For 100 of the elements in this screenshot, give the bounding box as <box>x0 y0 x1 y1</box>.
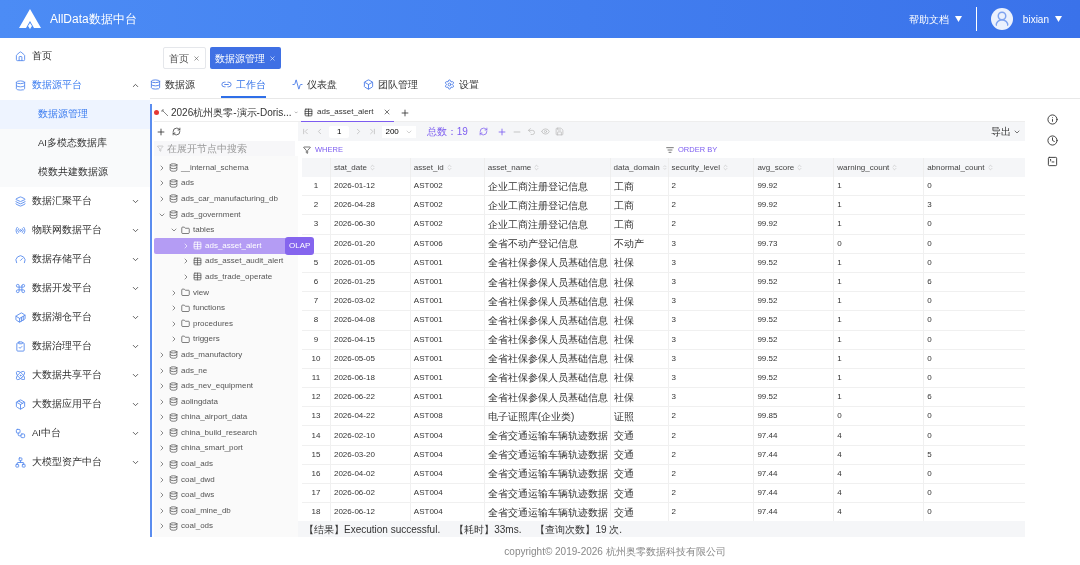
tree-node[interactable]: ads_government <box>154 206 298 223</box>
nav-tab[interactable]: 数据源 <box>150 72 195 98</box>
tree-node[interactable]: coal_ads <box>154 456 298 472</box>
sidebar-item[interactable]: 物联网数据平台 <box>0 216 150 245</box>
database-icon <box>169 163 178 173</box>
column-header[interactable]: asset_name <box>483 158 610 177</box>
table-cell: 4 <box>837 487 842 500</box>
table-cell-text: 全省交通运输车辆轨迹数据 <box>487 467 608 482</box>
close-icon[interactable] <box>193 54 200 62</box>
sidebar-item[interactable]: 大数据应用平台 <box>0 390 150 419</box>
connection-select[interactable]: 2026杭州奥零-演示-Doris... <box>154 104 298 122</box>
tree-search-field[interactable]: 在展开节点中搜索 <box>154 141 295 156</box>
tree-node[interactable]: coal_dwd <box>154 471 298 488</box>
table-cell: 4 <box>837 467 842 480</box>
avatar-icon[interactable] <box>990 8 1013 30</box>
sidebar-item[interactable]: 数据存储平台 <box>0 245 150 274</box>
info-icon[interactable] <box>1047 114 1058 125</box>
history-icon[interactable] <box>1047 135 1058 146</box>
nav-tab[interactable]: 工作台 <box>221 72 266 98</box>
tree-node[interactable]: procedures <box>154 315 298 332</box>
tree-node[interactable]: coal_dws <box>154 487 298 504</box>
row-number: 6 <box>313 276 319 289</box>
tree-node[interactable]: ads_car_manufacturing_db <box>154 191 298 207</box>
table-cell-text: 全省社保参保人员基础信息 <box>487 294 608 309</box>
column-header[interactable]: security_level <box>667 158 754 177</box>
sort-icon[interactable] <box>796 164 804 171</box>
table-cell: 1 <box>837 352 842 365</box>
tree-node[interactable]: ads_trade_operate <box>154 269 298 285</box>
database-icon <box>169 506 178 516</box>
last-page-icon[interactable] <box>368 127 378 136</box>
nav-tab[interactable]: 仪表盘 <box>292 72 337 98</box>
sort-icon[interactable] <box>445 164 453 171</box>
sidebar-item[interactable]: 数据源平台 <box>0 71 150 100</box>
sidebar-subitem[interactable]: AI多模态数据库 <box>0 129 150 158</box>
undo-icon[interactable] <box>526 127 536 136</box>
user-menu[interactable]: bixian <box>1022 11 1062 27</box>
tree-node[interactable]: china_build_research <box>154 425 298 441</box>
sidebar-subitem[interactable]: 模数共建数据源 <box>0 158 150 187</box>
help-docs-menu[interactable]: 帮助文档 <box>908 11 962 27</box>
sidebar-item[interactable]: 大数据共享平台 <box>0 361 150 390</box>
sidebar-item[interactable]: 数据汇聚平台 <box>0 187 150 216</box>
tree-node[interactable]: aolingdata <box>154 393 298 410</box>
sort-icon[interactable] <box>533 164 541 171</box>
row-number: 12 <box>311 391 321 404</box>
sidebar-item[interactable]: 数据治理平台 <box>0 332 150 361</box>
sort-icon[interactable] <box>891 164 899 171</box>
database-icon <box>169 366 178 375</box>
sort-icon[interactable] <box>368 164 376 171</box>
previous-page-icon[interactable] <box>315 127 324 136</box>
nav-tab[interactable]: 设置 <box>444 72 479 98</box>
table-cell: 4 <box>837 506 842 519</box>
page-tag[interactable]: 首页 <box>163 47 206 69</box>
tree-node[interactable]: view <box>154 284 298 301</box>
page-size-select[interactable]: 200 <box>382 125 416 138</box>
column-header[interactable]: asset_id <box>409 158 484 177</box>
sidebar-item[interactable]: 首页 <box>0 42 150 71</box>
table-cell-text: 社保 <box>613 333 634 348</box>
caret-icon <box>131 284 140 293</box>
sort-icon[interactable] <box>722 164 729 171</box>
page-tag[interactable]: 数据源管理 <box>210 47 281 69</box>
tree-node[interactable]: ads_manufactory <box>154 347 298 363</box>
sidebar-subitem[interactable]: 数据源管理 <box>0 100 150 129</box>
add-icon[interactable] <box>156 126 166 137</box>
tree-node[interactable]: china_airport_data <box>154 409 298 426</box>
tree-node[interactable]: ads_ne <box>154 362 298 379</box>
tree-node[interactable]: ads_nev_equipment <box>154 378 298 394</box>
save-icon[interactable] <box>554 127 564 136</box>
add-row-icon[interactable] <box>496 126 507 137</box>
close-icon[interactable] <box>383 108 392 116</box>
column-header[interactable]: data_domain <box>609 158 668 177</box>
sidebar-item[interactable]: 数据湖仓平台 <box>0 303 150 332</box>
editor-tab[interactable]: ads_asset_alert <box>301 103 395 122</box>
page-field[interactable]: 1 <box>329 125 350 138</box>
table-cell: 3 <box>671 333 676 346</box>
column-header[interactable]: warning_count <box>833 158 924 177</box>
column-header[interactable]: abnormal_count <box>923 158 1025 177</box>
sidebar-item[interactable]: AI中台 <box>0 419 150 448</box>
first-page-icon[interactable] <box>301 127 310 136</box>
refresh-icon[interactable] <box>478 127 488 136</box>
tree-node[interactable]: triggers <box>154 331 298 348</box>
eye-icon[interactable] <box>540 127 550 136</box>
tree-node[interactable]: coal_mine_db <box>154 503 298 519</box>
tree-node[interactable]: ads_asset_audit_alert <box>154 253 298 270</box>
terminal-icon[interactable] <box>1047 156 1058 167</box>
tree-node[interactable]: coal_ods <box>154 518 298 535</box>
nav-tab[interactable]: 团队管理 <box>363 72 418 98</box>
tree-node[interactable]: functions <box>154 300 298 316</box>
tree-node[interactable]: ads <box>154 175 298 192</box>
sidebar-item[interactable]: 大模型资产中台 <box>0 448 150 477</box>
sidebar-item[interactable]: 数据开发平台 <box>0 274 150 303</box>
refresh-icon[interactable] <box>172 127 181 136</box>
tree-node[interactable]: china_smart_port <box>154 440 298 457</box>
column-header[interactable]: stat_date <box>329 158 410 177</box>
tree-node[interactable]: __internal_schema <box>154 160 298 176</box>
add-tab-icon[interactable] <box>400 107 411 118</box>
tree-node[interactable]: tables <box>154 222 298 238</box>
sort-icon[interactable] <box>986 164 994 171</box>
table-cell: 2026-03-02 <box>333 295 375 308</box>
export-button[interactable]: 导出 <box>991 124 1021 139</box>
column-header[interactable]: avg_score <box>753 158 834 177</box>
